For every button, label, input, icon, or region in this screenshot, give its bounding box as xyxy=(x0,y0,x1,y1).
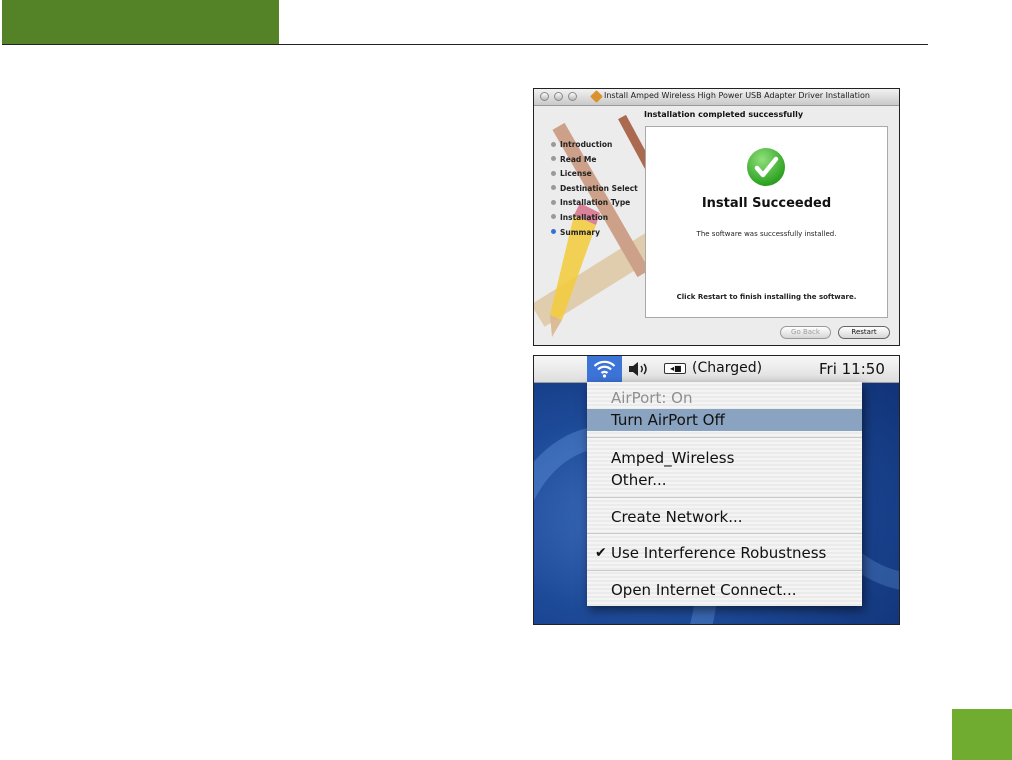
airport-wifi-icon[interactable] xyxy=(587,356,622,382)
create-network-item[interactable]: Create Network... xyxy=(587,506,862,528)
close-window-button[interactable] xyxy=(540,92,549,101)
step-bullet-icon xyxy=(551,156,556,162)
battery-status[interactable]: (Charged) xyxy=(692,360,762,376)
header-banner xyxy=(2,0,279,44)
step-read-me: Read Me xyxy=(551,153,638,168)
menu-separator xyxy=(587,570,862,571)
installer-window: Install Amped Wireless High Power USB Ad… xyxy=(533,88,900,346)
installer-window-title: Install Amped Wireless High Power USB Ad… xyxy=(604,91,870,100)
menu-bar: ◂■ (Charged) Fri 11:50 xyxy=(534,356,899,383)
step-installation: Installation xyxy=(551,211,638,226)
open-internet-connect-item[interactable]: Open Internet Connect... xyxy=(587,579,862,601)
success-message: The software was successfully installed. xyxy=(696,230,837,238)
go-back-button[interactable]: Go Back xyxy=(780,326,831,339)
volume-icon[interactable] xyxy=(628,361,650,377)
step-summary: Summary xyxy=(551,226,638,241)
interference-robustness-item[interactable]: ✔ Use Interference Robustness xyxy=(587,542,862,564)
restart-hint: Click Restart to finish installing the s… xyxy=(676,293,857,301)
step-license: License xyxy=(551,167,638,182)
turn-airport-off-item[interactable]: Turn AirPort Off xyxy=(587,409,862,431)
zoom-window-button[interactable] xyxy=(568,92,577,101)
step-bullet-icon xyxy=(551,185,556,191)
step-bullet-icon xyxy=(551,214,556,220)
installer-steps: Introduction Read Me License Destination… xyxy=(551,138,638,240)
step-bullet-active-icon xyxy=(551,229,556,235)
success-check-icon xyxy=(747,148,785,186)
menu-clock[interactable]: Fri 11:50 xyxy=(819,360,885,378)
step-destination-select: Destination Select xyxy=(551,182,638,197)
success-title: Install Succeeded xyxy=(701,196,832,211)
summary-panel: Install Succeeded The software was succe… xyxy=(645,126,888,318)
step-heading: Installation completed successfully xyxy=(644,110,804,119)
battery-icon[interactable]: ◂■ xyxy=(664,363,686,374)
header-rule xyxy=(2,44,928,45)
minimize-window-button[interactable] xyxy=(554,92,563,101)
step-installation-type: Installation Type xyxy=(551,196,638,211)
package-icon xyxy=(590,90,603,103)
airport-status-item: AirPort: On xyxy=(611,389,693,407)
menu-separator xyxy=(587,437,862,438)
checkmark-icon: ✔ xyxy=(595,545,607,561)
network-amped-wireless-item[interactable]: Amped_Wireless xyxy=(587,447,862,469)
restart-button[interactable]: Restart xyxy=(838,326,890,339)
installer-titlebar: Install Amped Wireless High Power USB Ad… xyxy=(534,89,899,106)
other-network-item[interactable]: Other... xyxy=(587,469,862,491)
airport-menu-screenshot: ◂■ (Charged) Fri 11:50 AirPort: On Turn … xyxy=(533,355,900,625)
menu-separator xyxy=(587,497,862,498)
step-bullet-icon xyxy=(551,141,556,147)
step-bullet-icon xyxy=(551,199,556,205)
plug-icon: ◂■ xyxy=(670,364,682,373)
step-bullet-icon xyxy=(551,170,556,176)
page-number-badge xyxy=(952,709,1012,760)
airport-dropdown-menu: AirPort: On Turn AirPort Off Amped_Wirel… xyxy=(587,382,862,606)
menu-separator xyxy=(587,533,862,534)
step-introduction: Introduction xyxy=(551,138,638,153)
